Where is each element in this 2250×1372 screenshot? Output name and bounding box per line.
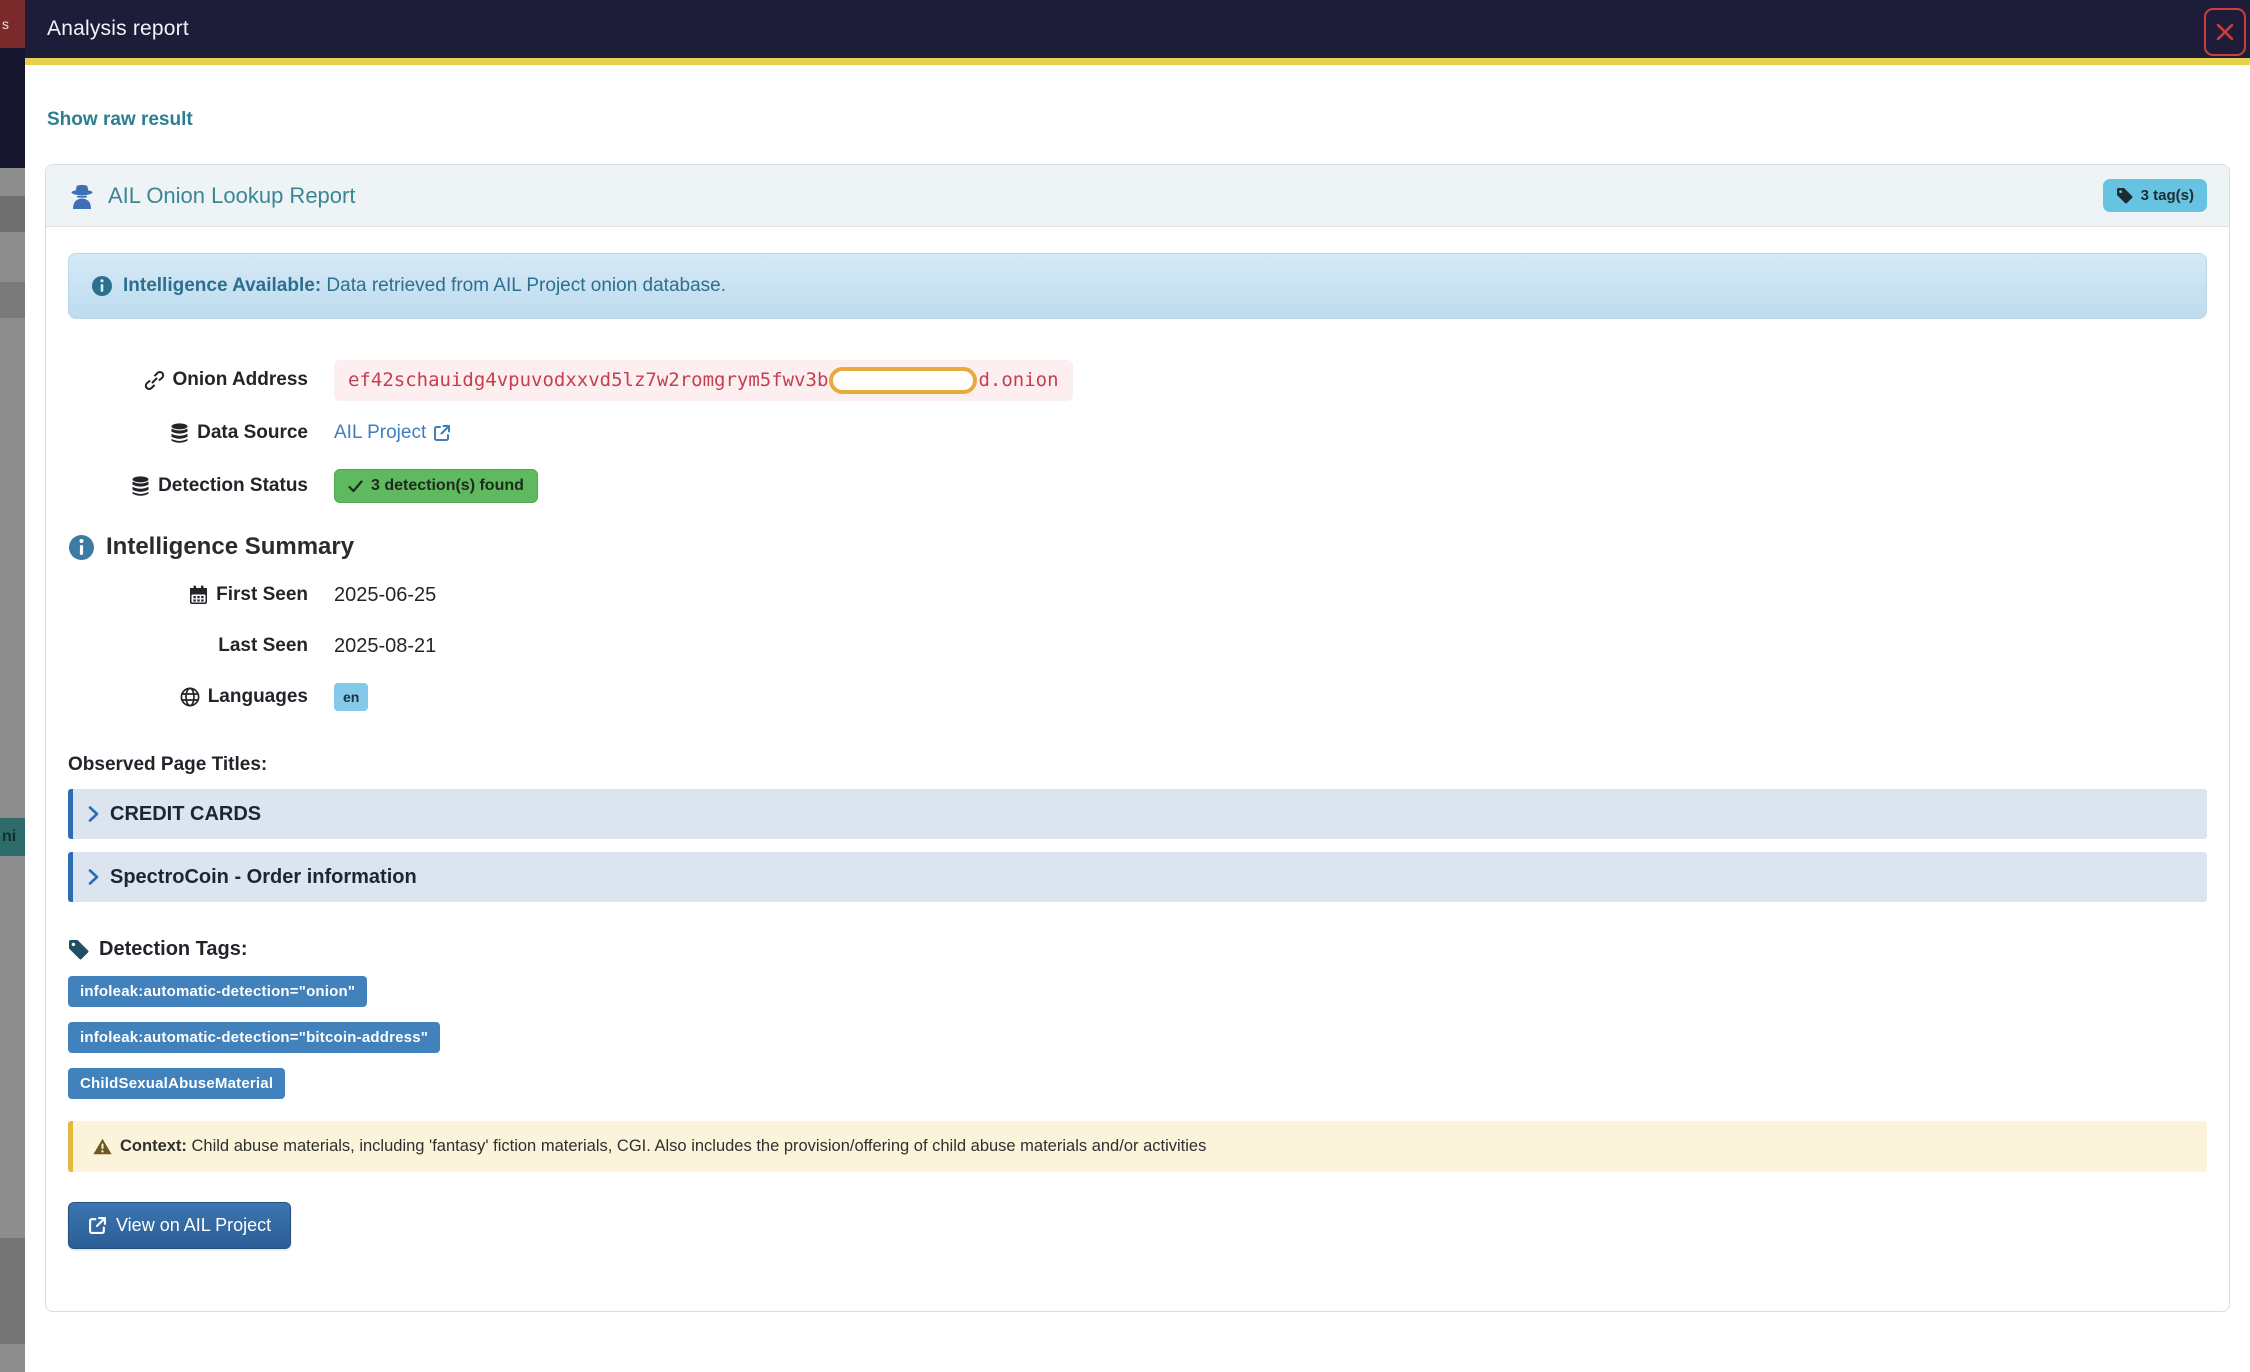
first-seen-value: 2025-06-25 [334,583,437,606]
alert-text: Intelligence Available: Data retrieved f… [123,275,727,296]
language-badge: en [334,683,369,711]
backdrop-band [0,196,25,232]
view-on-ail-project-button[interactable]: View on AIL Project [68,1202,292,1249]
tag-icon [68,939,89,960]
tags-count-text: 3 tag(s) [2140,187,2194,204]
page-backdrop: s ni [0,0,25,1372]
show-raw-result-link[interactable]: Show raw result [47,109,193,131]
modal-body: Show raw result AIL Onion Lookup Report [25,65,2250,1312]
page-title-text: CREDIT CARDS [110,802,262,825]
backdrop-red-fragment: s [0,0,25,48]
chevron-right-icon [87,805,100,823]
detection-status-value: 3 detection(s) found [334,469,2207,503]
backdrop-teal-fragment: ni [0,818,25,856]
external-link-icon [88,1216,107,1235]
detection-tag-badge: infoleak:automatic-detection="bitcoin-ad… [68,1022,441,1053]
modal-header: Analysis report [25,0,2250,58]
backdrop-band [0,1238,25,1344]
page-title-text: SpectroCoin - Order information [110,865,417,888]
backdrop-navy-fragment [0,48,25,168]
page-title-item[interactable]: CREDIT CARDS [68,789,2207,839]
tag-icon [2116,187,2133,204]
field-rows: Onion Address ef42schauidg4vpuvodxxvd5lz… [68,359,2207,507]
info-circle-icon [68,534,95,561]
report-card-title: AIL Onion Lookup Report [68,182,355,210]
onion-address-label: Onion Address [68,369,308,391]
languages-value: en [334,683,2207,711]
check-icon [348,479,363,493]
detection-tag-badge: ChildSexualAbuseMaterial [68,1068,286,1099]
spy-icon [68,182,96,210]
first-seen-label: First Seen [68,584,308,606]
analysis-report-modal: Analysis report Show raw result AIL Onio… [25,0,2250,1372]
accent-divider [25,58,2250,65]
modal-title: Analysis report [47,17,189,40]
backdrop-band [0,282,25,318]
detection-status-badge: 3 detection(s) found [334,469,538,503]
link-icon [144,370,165,391]
database-icon [170,422,189,444]
context-text: Context: Child abuse materials, includin… [120,1137,1207,1155]
tags-count-badge: 3 tag(s) [2102,179,2207,212]
observed-page-titles-heading: Observed Page Titles: [68,754,268,775]
close-button[interactable] [2204,8,2246,56]
languages-label: Languages [68,686,308,708]
onion-address-value: ef42schauidg4vpuvodxxvd5lz7w2romgrym5fwv… [334,359,2207,401]
lookup-report-card: AIL Onion Lookup Report 3 tag(s) Intelli… [45,164,2230,1312]
report-title-text: AIL Onion Lookup Report [108,182,356,208]
redaction-highlight [829,366,978,394]
intelligence-available-alert: Intelligence Available: Data retrieved f… [68,253,2207,319]
tag-line: infoleak:automatic-detection="bitcoin-ad… [68,1022,2207,1053]
database-icon [131,475,150,497]
data-source-label: Data Source [68,422,308,444]
tag-line: ChildSexualAbuseMaterial [68,1068,2207,1099]
onion-address-row: Onion Address ef42schauidg4vpuvodxxvd5lz… [68,359,2207,401]
intelligence-summary-heading: Intelligence Summary [68,533,2207,561]
tag-line: infoleak:automatic-detection="onion" [68,976,2207,1007]
languages-row: Languages en [68,680,2207,714]
report-card-body: Intelligence Available: Data retrieved f… [46,227,2229,1311]
report-card-header: AIL Onion Lookup Report 3 tag(s) [46,165,2229,227]
data-source-row: Data Source AIL Project [68,412,2207,454]
detection-status-row: Detection Status 3 detection(s) found [68,465,2207,507]
external-link-icon [433,424,451,442]
warning-triangle-icon [93,1138,112,1155]
chevron-right-icon [87,868,100,886]
close-icon [2214,21,2236,43]
last-seen-row: Last Seen 2025-08-21 [68,629,2207,663]
detection-tag-badge: infoleak:automatic-detection="onion" [68,976,368,1007]
calendar-icon [189,585,208,605]
globe-icon [180,687,200,707]
info-circle-icon [91,275,113,297]
context-warning-alert: Context: Child abuse materials, includin… [68,1121,2207,1172]
onion-address-code: ef42schauidg4vpuvodxxvd5lz7w2romgrym5fwv… [334,359,1073,401]
page-title-item[interactable]: SpectroCoin - Order information [68,852,2207,902]
ail-project-link[interactable]: AIL Project [334,422,451,444]
data-source-value: AIL Project [334,422,2207,444]
last-seen-label: Last Seen [218,635,308,656]
detection-status-label: Detection Status [68,475,308,497]
first-seen-row: First Seen 2025-06-25 [68,578,2207,612]
detection-tags-heading: Detection Tags: [68,938,2207,961]
last-seen-value: 2025-08-21 [334,634,437,657]
